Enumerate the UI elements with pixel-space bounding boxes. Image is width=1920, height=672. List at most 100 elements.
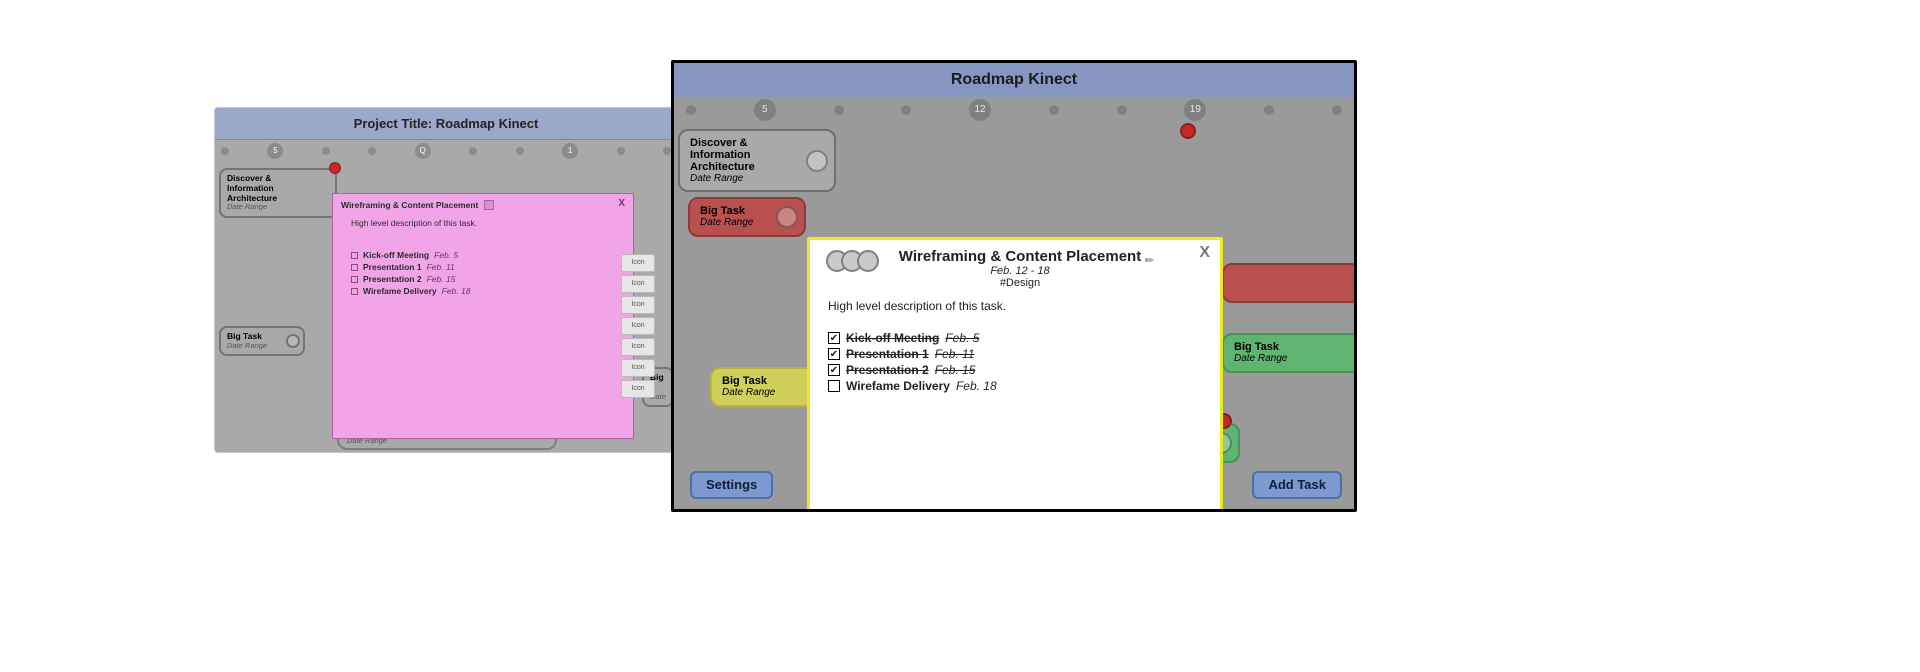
icon-button[interactable]: Icon <box>621 254 655 272</box>
checklist-item[interactable]: ✔ Presentation 1 Feb. 11 <box>828 347 1202 361</box>
checklist-item[interactable]: Wirefame Delivery Feb. 18 <box>828 379 1202 393</box>
timeline-dot <box>221 147 229 155</box>
checkbox-icon[interactable] <box>351 276 358 283</box>
timeline-dot <box>834 105 844 115</box>
checkbox-icon[interactable] <box>351 288 358 295</box>
timeline-dot <box>1117 105 1127 115</box>
checklist-date: Feb. 5 <box>945 331 979 345</box>
checkbox-icon[interactable] <box>351 252 358 259</box>
checkbox-icon[interactable] <box>828 380 840 392</box>
timeline-dot <box>901 105 911 115</box>
icon-button[interactable]: Icon <box>621 380 655 398</box>
icon-button[interactable]: Icon <box>621 359 655 377</box>
alert-badge-icon <box>329 162 341 174</box>
checkbox-icon[interactable]: ✔ <box>828 332 840 344</box>
timeline-dot <box>516 147 524 155</box>
timeline-left: 5 Q 1 <box>215 140 677 162</box>
timeline-dot <box>1332 105 1342 115</box>
icon-button[interactable]: Icon <box>621 317 655 335</box>
timeline-dot <box>469 147 477 155</box>
checklist-date: Feb. 18 <box>442 286 471 296</box>
checkbox-icon[interactable]: ✔ <box>828 364 840 376</box>
page-title-left: Project Title: Roadmap Kinect <box>215 108 677 140</box>
timeline-right: 5 12 19 <box>674 97 1354 123</box>
checkbox-icon[interactable] <box>351 264 358 271</box>
color-swatch-icon[interactable] <box>484 200 494 210</box>
task-card-discover[interactable]: Discover & Information Architecture Date… <box>219 168 337 218</box>
drag-handle-icon[interactable] <box>806 150 828 172</box>
task-title: Big Task <box>700 205 776 217</box>
checklist-label: Presentation 2 <box>363 274 422 284</box>
task-date: Date Range <box>227 342 285 351</box>
page-title-right: Roadmap Kinect <box>674 63 1354 97</box>
task-date: Date Range <box>1234 353 1357 364</box>
popup-description: High level description of this task. <box>333 216 633 238</box>
task-card-bigtask[interactable]: Big Task Date Range <box>688 197 806 237</box>
timeline-marker: Q <box>415 143 431 159</box>
drag-handle-icon[interactable] <box>776 206 798 228</box>
checklist-date: Feb. 18 <box>956 379 997 393</box>
checklist-item[interactable]: ✔ Kick-off Meeting Feb. 5 <box>828 331 1202 345</box>
task-date: Date Range <box>227 203 317 212</box>
mockup-right: Roadmap Kinect 5 12 19 Discover & Inform… <box>671 60 1357 512</box>
icon-button[interactable]: Icon <box>621 338 655 356</box>
timeline-marker: 1 <box>562 143 578 159</box>
icon-column: Icon Icon Icon Icon Icon Icon Icon <box>621 254 655 398</box>
timeline-dot <box>1049 105 1059 115</box>
timeline-dot <box>686 105 696 115</box>
popup-tag: #Design <box>870 277 1170 289</box>
icon-button[interactable]: Icon <box>621 275 655 293</box>
task-detail-popup: X ✎ Wireframing & Content Placement Feb.… <box>807 237 1223 512</box>
timeline-dot <box>1264 105 1274 115</box>
task-title: Big Task <box>1234 341 1357 353</box>
checklist: Kick-off Meeting Feb. 5 Presentation 1 F… <box>333 238 633 296</box>
task-card-discover[interactable]: Discover & Information Architecture Date… <box>678 129 836 192</box>
task-title: Discover & Information Architecture <box>690 137 806 173</box>
checklist-item[interactable]: Presentation 2 Feb. 15 <box>351 274 615 284</box>
popup-title: Wireframing & Content Placement <box>341 200 478 210</box>
checklist-label: Wirefame Delivery <box>363 286 437 296</box>
checklist-item[interactable]: Kick-off Meeting Feb. 5 <box>351 250 615 260</box>
checklist-label: Kick-off Meeting <box>846 331 939 345</box>
close-icon[interactable]: X <box>1199 244 1210 262</box>
timeline-marker: 12 <box>969 99 991 121</box>
checklist: ✔ Kick-off Meeting Feb. 5 ✔ Presentation… <box>810 319 1220 393</box>
checklist-item[interactable]: ✔ Presentation 2 Feb. 15 <box>828 363 1202 377</box>
checklist-label: Wirefame Delivery <box>846 379 950 393</box>
checklist-date: Feb. 11 <box>935 347 975 361</box>
popup-date-range: Feb. 12 - 18 <box>870 265 1170 277</box>
add-task-button[interactable]: Add Task <box>1252 471 1342 499</box>
timeline-dot <box>368 147 376 155</box>
icon-button[interactable]: Icon <box>621 296 655 314</box>
checklist-date: Feb. 5 <box>434 250 458 260</box>
task-card-bigtask[interactable]: Big Task Date Range <box>219 326 305 356</box>
timeline-marker: 19 <box>1184 99 1206 121</box>
checklist-date: Feb. 11 <box>427 262 455 272</box>
checklist-label: Presentation 1 <box>846 347 929 361</box>
collaborator-avatars <box>826 250 869 275</box>
task-title: Discover & Information Architecture <box>227 174 317 203</box>
checklist-item[interactable]: Presentation 1 Feb. 11 <box>351 262 615 272</box>
timeline-marker: 5 <box>267 143 283 159</box>
checklist-item[interactable]: Wirefame Delivery Feb. 18 <box>351 286 615 296</box>
checklist-date: Feb. 15 <box>427 274 456 284</box>
avatar-icon[interactable] <box>857 250 879 272</box>
timeline-dot <box>322 147 330 155</box>
checklist-label: Kick-off Meeting <box>363 250 429 260</box>
mockup-left: Project Title: Roadmap Kinect 5 Q 1 Disc… <box>214 107 678 453</box>
checklist-label: Presentation 1 <box>363 262 422 272</box>
task-card-bigtask[interactable]: Big Task Date Range <box>1222 333 1357 373</box>
timeline-dot <box>617 147 625 155</box>
timeline-dot <box>663 147 671 155</box>
drag-handle-icon[interactable] <box>286 334 300 348</box>
close-icon[interactable]: X <box>618 198 625 209</box>
settings-button[interactable]: Settings <box>690 471 773 499</box>
task-date: Date Range <box>700 217 776 228</box>
checklist-label: Presentation 2 <box>846 363 929 377</box>
checkbox-icon[interactable]: ✔ <box>828 348 840 360</box>
checklist-date: Feb. 15 <box>935 363 976 377</box>
task-detail-popup: X Wireframing & Content Placement High l… <box>332 193 634 439</box>
popup-title: Wireframing & Content Placement <box>870 248 1170 265</box>
popup-description: High level description of this task. <box>810 289 1220 319</box>
task-card-bigtask[interactable] <box>1222 263 1357 303</box>
